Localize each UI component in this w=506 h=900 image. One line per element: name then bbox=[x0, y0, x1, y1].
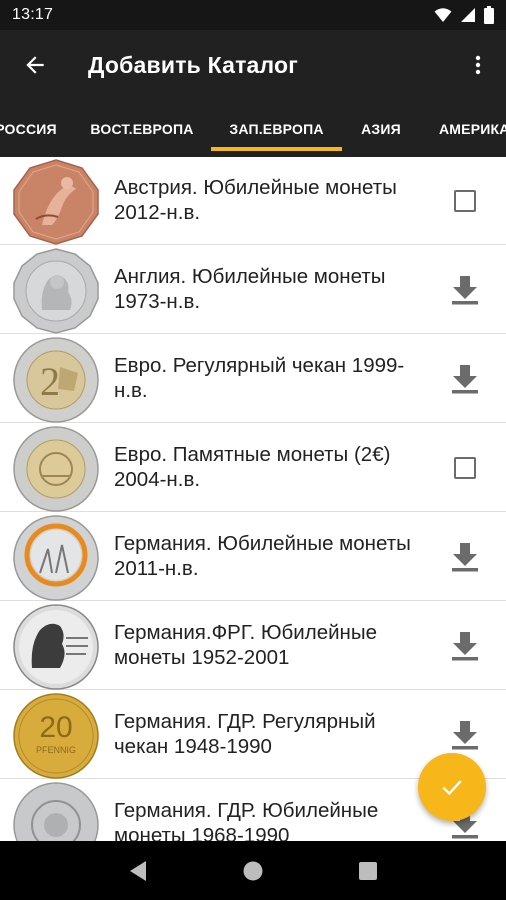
download-button[interactable] bbox=[440, 711, 490, 759]
download-button[interactable] bbox=[440, 355, 490, 403]
coin-image: 20 PFENNIG bbox=[13, 693, 99, 779]
catalog-title: Германия.ФРГ. Юбилейные монеты 1952-2001 bbox=[114, 621, 378, 669]
nav-back-button[interactable] bbox=[118, 851, 158, 891]
catalog-title: Австрия. Юбилейные монеты 2012-н.в. bbox=[114, 176, 397, 224]
coin-image: 2 bbox=[13, 337, 99, 423]
download-button[interactable] bbox=[440, 533, 490, 581]
coin-image bbox=[13, 426, 99, 512]
catalog-title: Евро. Регулярный чекан 1999-н.в. bbox=[114, 354, 405, 402]
checkbox-box bbox=[454, 190, 476, 212]
coin-image bbox=[13, 782, 99, 841]
screen: 13:17 Добавить Каталог РОССИЯ ВОСТ.ЕВРОП… bbox=[0, 0, 506, 900]
more-vert-icon bbox=[475, 55, 481, 75]
page-title: Добавить Каталог bbox=[88, 51, 299, 78]
wifi-icon bbox=[434, 8, 452, 22]
list-item[interactable]: Германия.ФРГ. Юбилейные монеты 1952-2001 bbox=[0, 602, 506, 690]
overflow-menu-button[interactable] bbox=[450, 30, 506, 100]
catalog-title: Англия. Юбилейные монеты 1973-н.в. bbox=[114, 265, 386, 313]
confirm-fab-button[interactable] bbox=[418, 753, 486, 821]
check-icon bbox=[442, 780, 462, 796]
nav-home-button[interactable] bbox=[233, 851, 273, 891]
arrow-back-icon bbox=[26, 56, 44, 74]
status-bar: 13:17 bbox=[0, 0, 506, 30]
catalog-title: Германия. ГДР. Регулярный чекан 1948-199… bbox=[114, 710, 376, 758]
catalog-list[interactable]: Австрия. Юбилейные монеты 2012-н.в. Англ… bbox=[0, 157, 506, 841]
status-icons bbox=[434, 6, 494, 24]
download-icon bbox=[452, 721, 478, 750]
battery-icon bbox=[484, 6, 494, 24]
download-icon bbox=[452, 276, 478, 305]
nav-back-icon bbox=[129, 860, 146, 881]
coin-image bbox=[13, 515, 99, 601]
select-checkbox[interactable] bbox=[440, 444, 490, 492]
list-item[interactable]: Австрия. Юбилейные монеты 2012-н.в. bbox=[0, 157, 506, 245]
download-button[interactable] bbox=[440, 622, 490, 670]
back-button[interactable] bbox=[0, 30, 70, 100]
coin-unit: PFENNIG bbox=[36, 745, 76, 755]
list-item[interactable]: Англия. Юбилейные монеты 1973-н.в. bbox=[0, 246, 506, 334]
region-tabs: РОССИЯ ВОСТ.ЕВРОПА ЗАП.ЕВРОПА АЗИЯ АМЕРИ… bbox=[0, 100, 506, 157]
tab-america[interactable]: АМЕРИКА bbox=[424, 100, 506, 157]
tab-east-europe[interactable]: ВОСТ.ЕВРОПА bbox=[76, 100, 208, 157]
coin-image bbox=[13, 159, 99, 245]
download-icon bbox=[452, 543, 478, 572]
checkbox-box bbox=[454, 457, 476, 479]
download-icon bbox=[452, 632, 478, 661]
catalog-title: Германия. ГДР. Юбилейные монеты 1968-199… bbox=[114, 799, 379, 841]
list-item[interactable]: 2 Евро. Регулярный чекан 1999-н.в. bbox=[0, 335, 506, 423]
nav-recents-button[interactable] bbox=[348, 851, 388, 891]
cell-signal-icon bbox=[461, 8, 475, 22]
nav-home-icon bbox=[243, 861, 263, 880]
coin-image bbox=[13, 248, 99, 334]
selected-tab-indicator bbox=[211, 147, 342, 151]
system-nav-bar bbox=[0, 841, 506, 900]
catalog-title: Евро. Памятные монеты (2€) 2004-н.в. bbox=[114, 443, 391, 491]
status-time: 13:17 bbox=[12, 6, 54, 23]
list-item[interactable]: Германия. Юбилейные монеты 2011-н.в. bbox=[0, 513, 506, 601]
svg-text:2: 2 bbox=[40, 359, 60, 404]
app-bar: Добавить Каталог bbox=[0, 30, 506, 100]
list-item[interactable]: Евро. Памятные монеты (2€) 2004-н.в. bbox=[0, 424, 506, 512]
download-button[interactable] bbox=[440, 266, 490, 314]
download-icon bbox=[452, 365, 478, 394]
tab-asia[interactable]: АЗИЯ bbox=[345, 100, 417, 157]
select-checkbox[interactable] bbox=[440, 177, 490, 225]
nav-recents-icon bbox=[359, 861, 378, 880]
catalog-title: Германия. Юбилейные монеты 2011-н.в. bbox=[114, 532, 411, 580]
tab-russia[interactable]: РОССИЯ bbox=[0, 100, 74, 157]
coin-image bbox=[13, 604, 99, 690]
coin-denomination: 20 bbox=[39, 711, 72, 744]
